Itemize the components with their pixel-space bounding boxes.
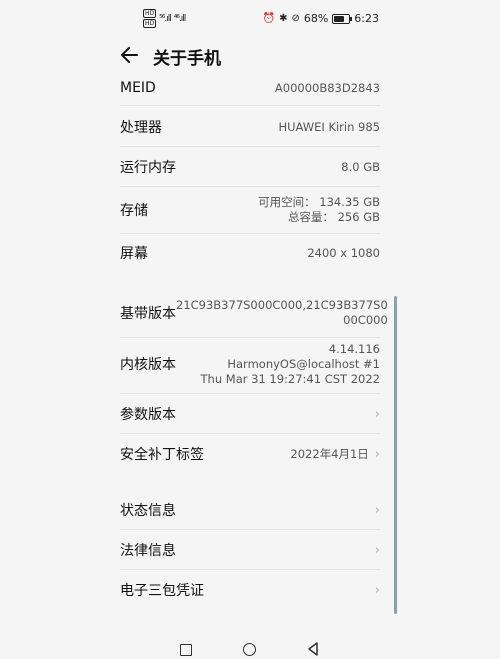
- header: 关于手机: [0, 40, 500, 72]
- row-value: 8.0 GB: [341, 159, 380, 174]
- row-value: ›: [369, 407, 380, 422]
- divider: [120, 433, 380, 434]
- row-screen: 屏幕 2400 x 1080: [120, 242, 380, 264]
- row-kernel: 内核版本 4.14.116 HarmonyOS@localhost #1 Thu…: [120, 341, 380, 387]
- row-value: ›: [369, 543, 380, 558]
- signal-icon-2: ⁴⁶.ıll: [173, 13, 187, 24]
- row-status-info[interactable]: 状态信息 ›: [120, 499, 380, 521]
- back-icon[interactable]: [307, 642, 319, 656]
- chevron-right-icon: ›: [374, 502, 380, 518]
- back-arrow-icon[interactable]: [117, 42, 143, 68]
- battery-fill: [334, 15, 344, 22]
- row-storage: 存储 可用空间： 134.35 GB 总容量： 256 GB: [120, 192, 380, 228]
- row-label: 内核版本: [120, 357, 176, 373]
- kernel-line-3: Thu Mar 31 19:27:41 CST 2022: [200, 371, 380, 386]
- bluetooth-icon: ✱: [279, 13, 288, 24]
- battery-percent: 68%: [303, 12, 329, 25]
- navigation-bar: [0, 636, 500, 659]
- row-label: 屏幕: [120, 246, 148, 262]
- baseband-line-2: 00C000: [343, 313, 388, 327]
- row-security-patch[interactable]: 安全补丁标签 2022年4月1日 ›: [120, 443, 380, 465]
- divider: [120, 233, 380, 234]
- battery-icon: [332, 13, 353, 24]
- row-processor: 处理器 HUAWEI Kirin 985: [120, 116, 380, 138]
- kernel-line-2: HarmonyOS@localhost #1: [227, 356, 380, 371]
- divider: [120, 529, 380, 530]
- row-meid: MEID A00000B83D2843: [120, 78, 380, 98]
- scrollbar[interactable]: [394, 296, 397, 614]
- storage-total: 总容量： 256 GB: [287, 210, 380, 224]
- home-icon[interactable]: [243, 643, 256, 656]
- chevron-right-icon: ›: [374, 582, 380, 598]
- row-value: 2400 x 1080: [307, 245, 380, 260]
- row-value: ›: [369, 503, 380, 518]
- hd-badge-2: HD: [143, 19, 157, 28]
- clock: 6:23: [354, 12, 379, 25]
- chevron-right-icon: ›: [374, 446, 380, 462]
- storage-available: 可用空间： 134.35 GB: [258, 195, 380, 209]
- divider: [120, 146, 380, 147]
- hd-badge-1: HD: [143, 9, 157, 18]
- row-label: 电子三包凭证: [120, 583, 204, 599]
- screen: HD HD ⁵⁶.ıll ⁴⁶.ıll ⏰ ✱ ⊘ 68% 6:23 关于手机 …: [0, 0, 500, 659]
- kernel-line-1: 4.14.116: [328, 341, 380, 356]
- row-label: MEID: [120, 80, 156, 96]
- row-value: HUAWEI Kirin 985: [278, 119, 380, 134]
- status-bar: HD HD ⁵⁶.ıll ⁴⁶.ıll ⏰ ✱ ⊘ 68% 6:23: [0, 0, 500, 36]
- divider: [120, 105, 380, 106]
- row-value-text: 2022年4月1日: [290, 446, 369, 461]
- page-title: 关于手机: [153, 49, 221, 69]
- chevron-right-icon: ›: [374, 406, 380, 422]
- row-value: 2022年4月1日 ›: [290, 447, 380, 462]
- row-legal-info[interactable]: 法律信息 ›: [120, 539, 380, 561]
- row-value: ›: [369, 583, 380, 598]
- divider: [120, 337, 380, 338]
- row-label: 处理器: [120, 120, 162, 136]
- row-ram: 运行内存 8.0 GB: [120, 156, 380, 178]
- row-label: 安全补丁标签: [120, 447, 204, 463]
- sim-badges: HD HD: [143, 9, 157, 28]
- row-label: 运行内存: [120, 160, 176, 176]
- recent-apps-icon[interactable]: [180, 644, 192, 656]
- row-label: 法律信息: [120, 543, 176, 559]
- status-bar-right: ⏰ ✱ ⊘ 68% 6:23: [263, 12, 379, 25]
- row-value: A00000B83D2843: [274, 80, 380, 95]
- divider: [120, 393, 380, 394]
- row-param-version[interactable]: 参数版本 ›: [120, 403, 380, 425]
- baseband-line-1: 21C93B377S000C000,21C93B377S0: [176, 298, 388, 312]
- row-label: 基带版本: [120, 306, 176, 322]
- chevron-right-icon: ›: [374, 542, 380, 558]
- row-label: 存储: [120, 203, 148, 219]
- row-warranty[interactable]: 电子三包凭证 ›: [120, 579, 380, 601]
- alarm-icon: ⏰: [262, 13, 276, 24]
- status-bar-left: HD HD ⁵⁶.ıll ⁴⁶.ıll: [143, 9, 187, 28]
- divider: [120, 569, 380, 570]
- row-label: 参数版本: [120, 407, 176, 423]
- divider: [120, 186, 380, 187]
- row-value: 可用空间： 134.35 GB 总容量： 256 GB: [258, 195, 380, 225]
- row-value: 21C93B377S000C000,21C93B377S0 00C000: [176, 298, 388, 328]
- nfc-icon: ⊘: [291, 13, 300, 24]
- row-label: 状态信息: [120, 503, 176, 519]
- row-baseband: 基带版本 21C93B377S000C000,21C93B377S0 00C00…: [120, 296, 388, 330]
- signal-icon-1: ⁵⁶.ıll: [159, 13, 172, 24]
- row-value: 4.14.116 HarmonyOS@localhost #1 Thu Mar …: [201, 342, 380, 387]
